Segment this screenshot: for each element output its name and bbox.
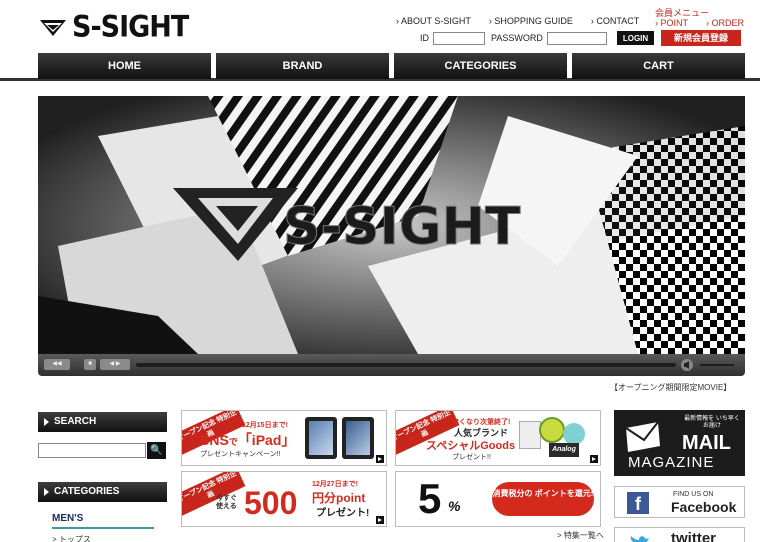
- password-label: PASSWORD: [491, 33, 543, 43]
- point-link[interactable]: › POINT: [655, 18, 688, 28]
- search-heading: SEARCH: [38, 412, 167, 432]
- facebook-icon: f: [627, 492, 649, 514]
- shopping-guide-label: SHOPPING GUIDE: [494, 16, 573, 26]
- order-label: ORDER: [711, 18, 745, 28]
- banner-tax[interactable]: 5 % 消費税分の ポイントを還元!: [395, 471, 601, 527]
- search-icon: 🔍: [150, 445, 163, 456]
- banner-tax-pill: 消費税分の ポイントを還元!: [492, 482, 594, 516]
- about-link-label: ABOUT S-SIGHT: [401, 16, 471, 26]
- progress-bar[interactable]: [136, 363, 676, 367]
- contact-link-label: CONTACT: [596, 16, 640, 26]
- banner-point-sub: プレゼント!: [316, 508, 370, 519]
- nav-cart[interactable]: CART: [572, 53, 745, 79]
- stop-button[interactable]: ■: [84, 359, 96, 370]
- facebook-banner[interactable]: f FIND US ON Facebook: [614, 486, 745, 518]
- id-label: ID: [420, 33, 429, 43]
- point-label: POINT: [660, 18, 689, 28]
- video-controls: ◀◀ ■ ◀ ▶: [38, 354, 745, 376]
- video-caption: 【オープニング期間限定MOVIE】: [610, 383, 732, 392]
- member-menu: 会員メニュー › POINT › ORDER: [655, 8, 744, 28]
- categories-heading: CATEGORIES: [38, 482, 167, 502]
- mail-big-text: MAIL: [682, 432, 731, 454]
- banner-point-date: 12月27日まで!: [312, 481, 358, 488]
- feature-list-link[interactable]: > 特集一覧へ: [557, 530, 604, 541]
- banner-goods[interactable]: オープン記念 特別企画 無くなり次第終了! 人気ブランド スペシャルGoods …: [395, 410, 601, 466]
- play-button[interactable]: ◀ ▶: [100, 359, 130, 370]
- twitter-bird-icon: [630, 536, 649, 542]
- contact-link[interactable]: › CONTACT: [591, 16, 639, 26]
- diamond-logo-icon: [40, 19, 66, 36]
- banner-goods-l3: プレゼント!!: [452, 454, 491, 461]
- volume-icon[interactable]: [680, 358, 694, 372]
- shopping-guide-link[interactable]: › SHOPPING GUIDE: [489, 16, 573, 26]
- video-frame: S-SIGHT: [38, 96, 745, 354]
- register-button[interactable]: 新規会員登録: [661, 30, 741, 46]
- banner-point-arrow-icon: [376, 516, 384, 524]
- search-input[interactable]: [38, 443, 146, 458]
- ipad-image-2: [342, 417, 374, 459]
- top-links: › ABOUT S-SIGHT › SHOPPING GUIDE › CONTA…: [396, 16, 639, 26]
- video-player[interactable]: S-SIGHT: [38, 96, 745, 354]
- twitter-text: twitter: [671, 530, 716, 542]
- banner-goods-l2: スペシャルGoods: [426, 440, 516, 452]
- banner-ipad[interactable]: オープン記念 特別企画 12月15日まで! SNSで「iPad」 プレゼントキャ…: [181, 410, 387, 466]
- logo-text: S-SIGHT: [72, 10, 189, 45]
- login-form: ID PASSWORD LOGIN: [420, 31, 655, 45]
- banner-ipad-de: で: [228, 437, 238, 447]
- banner-goods-arrow-icon: [590, 455, 598, 463]
- ipad-image-1: [305, 417, 337, 459]
- mail-sub-text: MAGAZINE: [628, 454, 715, 471]
- facebook-small-text: FIND US ON: [673, 491, 714, 498]
- twitter-banner[interactable]: twitter: [614, 527, 745, 542]
- goods-image: Analog: [519, 417, 587, 461]
- password-input[interactable]: [546, 31, 607, 45]
- video-overlay-text: S-SIGHT: [283, 197, 521, 257]
- banner-ipad-sub: プレゼントキャンペーン!!: [200, 451, 281, 458]
- banner-point-number: 500: [244, 485, 298, 521]
- id-input[interactable]: [433, 31, 485, 45]
- site-logo[interactable]: S-SIGHT: [38, 10, 189, 45]
- banner-point[interactable]: オープン記念 特別企画 12月27日まで! 今すぐ 使える 500 円分poin…: [181, 471, 387, 527]
- mail-magazine-banner[interactable]: 最新情報を いち早くお届け MAIL MAGAZINE: [614, 410, 745, 476]
- main-nav: HOME BRAND CATEGORIES CART: [0, 53, 760, 81]
- banner-ipad-arrow-icon: [376, 455, 384, 463]
- rewind-button[interactable]: ◀◀: [44, 359, 70, 370]
- mens-underline: [52, 527, 154, 529]
- banner-ipad-sns: SNS: [200, 432, 229, 448]
- goods-tag: Analog: [549, 443, 579, 457]
- search-button[interactable]: 🔍: [147, 442, 166, 459]
- mens-subitem[interactable]: > トップス: [52, 534, 91, 542]
- volume-slider[interactable]: [700, 364, 734, 366]
- member-menu-title: 会員メニュー: [655, 8, 710, 18]
- banner-tax-number: 5: [418, 475, 442, 522]
- mail-small-text: 最新情報を いち早くお届け: [684, 416, 740, 429]
- mens-category[interactable]: MEN'S: [52, 513, 83, 524]
- order-link[interactable]: › ORDER: [706, 18, 744, 28]
- banner-ipad-date: 12月15日まで!: [242, 422, 288, 429]
- banner-tax-percent: %: [448, 498, 461, 514]
- about-link[interactable]: › ABOUT S-SIGHT: [396, 16, 471, 26]
- facebook-big-text: Facebook: [671, 499, 737, 515]
- banner-point-left: 今すぐ 使える: [216, 495, 237, 510]
- nav-categories[interactable]: CATEGORIES: [394, 53, 567, 79]
- mail-envelope-icon: [625, 422, 660, 452]
- nav-brand[interactable]: BRAND: [216, 53, 389, 79]
- banner-ipad-headline: SNSで「iPad」: [200, 430, 295, 450]
- banner-ipad-name: 「iPad」: [237, 432, 296, 448]
- nav-home[interactable]: HOME: [38, 53, 211, 79]
- login-button[interactable]: LOGIN: [616, 31, 655, 45]
